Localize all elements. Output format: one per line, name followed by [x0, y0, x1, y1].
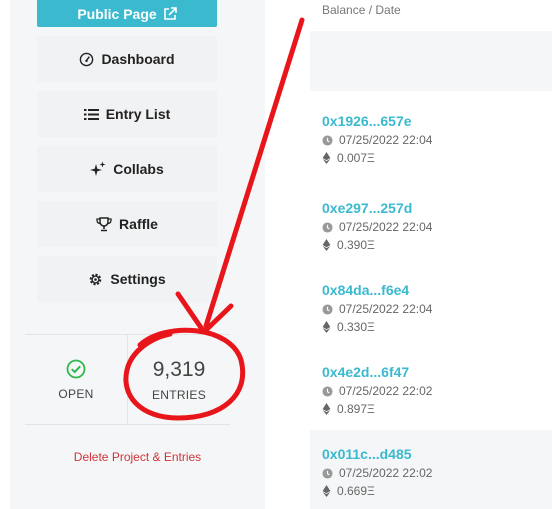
wallet-address-link[interactable]: 0x011c...d485: [322, 446, 542, 464]
entry-date: 07/25/2022 22:04: [322, 218, 542, 236]
table-row: 0xe297...257d 07/25/2022 22:04 0.390Ξ: [322, 200, 542, 254]
check-circle-icon: [66, 359, 86, 378]
clock-icon: [322, 134, 333, 146]
status-open: OPEN: [25, 335, 127, 424]
ethereum-icon: [322, 485, 331, 497]
ethereum-icon: [322, 403, 331, 415]
clock-icon: [322, 467, 333, 479]
sidebar-item-collabs[interactable]: Collabs: [37, 146, 217, 192]
project-stats: OPEN 9,319 ENTRIES: [25, 334, 230, 425]
entry-balance: 0.330Ξ: [322, 318, 542, 336]
entry-balance-value: 0.007Ξ: [337, 151, 375, 165]
entry-date-value: 07/25/2022 22:02: [339, 384, 433, 398]
table-row: 0x4e2d...6f47 07/25/2022 22:02 0.897Ξ: [322, 364, 542, 418]
entry-balance-value: 0.897Ξ: [337, 402, 375, 416]
entries-count-label: ENTRIES: [151, 387, 207, 402]
list-icon: [83, 108, 99, 120]
ethereum-icon: [322, 321, 331, 333]
entry-balance-value: 0.390Ξ: [337, 238, 375, 252]
column-header-balance-date: Balance / Date: [322, 3, 401, 17]
entry-date-value: 07/25/2022 22:04: [339, 133, 433, 147]
entry-date-value: 07/25/2022 22:02: [339, 466, 433, 480]
clock-icon: [322, 303, 333, 315]
sidebar-item-label: Dashboard: [101, 51, 175, 67]
entry-date: 07/25/2022 22:02: [322, 464, 542, 482]
entry-balance: 0.897Ξ: [322, 400, 542, 418]
sparkles-icon: [90, 161, 106, 176]
sidebar-item-raffle[interactable]: Raffle: [37, 201, 217, 247]
entry-balance: 0.007Ξ: [322, 149, 542, 167]
entry-balance-value: 0.669Ξ: [337, 484, 375, 498]
clock-icon: [322, 221, 333, 233]
table-row: 0x011c...d485 07/25/2022 22:02 0.669Ξ: [322, 446, 542, 500]
public-page-button[interactable]: Public Page: [37, 0, 217, 27]
entries-count-value: 9,319: [152, 357, 206, 381]
table-row: 0x1926...657e 07/25/2022 22:04 0.007Ξ: [322, 113, 542, 167]
sidebar-item-entry-list[interactable]: Entry List: [37, 91, 217, 137]
entry-balance-value: 0.330Ξ: [337, 320, 375, 334]
sidebar-item-settings[interactable]: Settings: [37, 256, 217, 302]
entry-date: 07/25/2022 22:04: [322, 131, 542, 149]
table-header-band: [310, 31, 552, 91]
sidebar-item-label: Entry List: [105, 106, 171, 122]
gear-icon: [90, 273, 102, 285]
public-page-label: Public Page: [77, 5, 157, 22]
wallet-address-link[interactable]: 0xe297...257d: [322, 200, 542, 218]
status-label: OPEN: [58, 386, 94, 401]
wallet-address-link[interactable]: 0x4e2d...6f47: [322, 364, 542, 382]
sidebar-item-label: Settings: [110, 271, 166, 287]
delete-project-link[interactable]: Delete Project & Entries: [10, 450, 265, 464]
entry-date-value: 07/25/2022 22:04: [339, 302, 433, 316]
entry-date-value: 07/25/2022 22:04: [339, 220, 433, 234]
sidebar-item-label: Collabs: [113, 161, 164, 177]
ethereum-icon: [322, 152, 331, 164]
trophy-icon: [96, 216, 112, 231]
ethereum-icon: [322, 239, 331, 251]
sidebar-item-label: Raffle: [119, 216, 158, 232]
gauge-icon: [80, 52, 94, 66]
clock-icon: [322, 385, 333, 397]
entry-balance: 0.669Ξ: [322, 482, 542, 500]
entry-date: 07/25/2022 22:04: [322, 300, 542, 318]
entry-date: 07/25/2022 22:02: [322, 382, 542, 400]
wallet-address-link[interactable]: 0x84da...f6e4: [322, 282, 542, 300]
sidebar-item-dashboard[interactable]: Dashboard: [37, 36, 217, 82]
entries-count: 9,319 ENTRIES: [128, 335, 230, 424]
entry-balance: 0.390Ξ: [322, 236, 542, 254]
external-link-icon: [163, 6, 177, 20]
wallet-address-link[interactable]: 0x1926...657e: [322, 113, 542, 131]
table-row: 0x84da...f6e4 07/25/2022 22:04 0.330Ξ: [322, 282, 542, 336]
